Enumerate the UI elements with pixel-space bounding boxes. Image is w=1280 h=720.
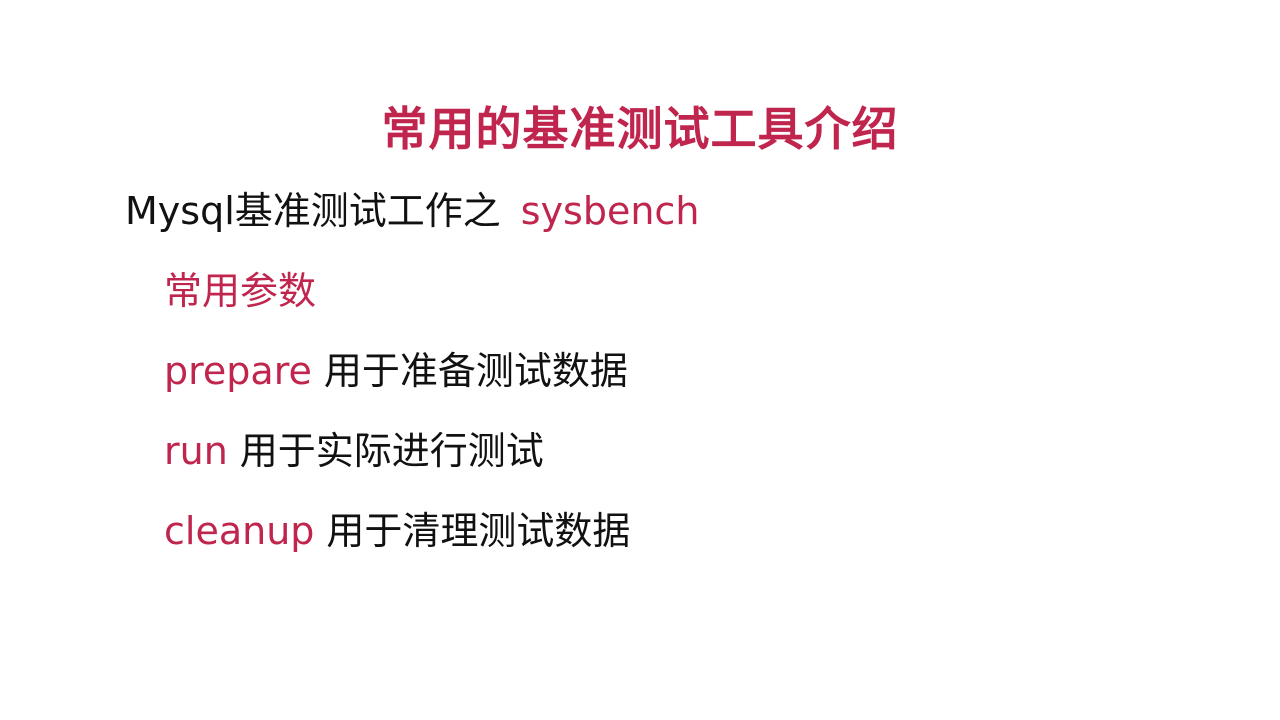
param-description: 用于清理测试数据: [326, 509, 631, 553]
slide: 常用的基准测试工具介绍 Mysql基准测试工作之 sysbench 常用参数 pr…: [0, 0, 1280, 720]
param-row-run: run 用于实际进行测试: [164, 426, 544, 476]
param-keyword: cleanup: [164, 509, 315, 553]
params-heading: 常用参数: [164, 269, 317, 313]
slide-title: 常用的基准测试工具介绍: [381, 102, 899, 156]
param-row-cleanup: cleanup 用于清理测试数据: [164, 506, 630, 556]
subtitle-tool-name: sysbench: [520, 189, 700, 233]
param-keyword: run: [164, 429, 228, 473]
param-description: 用于实际进行测试: [239, 429, 544, 473]
param-keyword: prepare: [164, 349, 312, 393]
subtitle-text: Mysql基准测试工作之: [125, 189, 501, 233]
slide-subtitle: Mysql基准测试工作之 sysbench: [125, 186, 699, 236]
param-description: 用于准备测试数据: [323, 349, 628, 393]
param-row-prepare: prepare 用于准备测试数据: [164, 346, 628, 396]
